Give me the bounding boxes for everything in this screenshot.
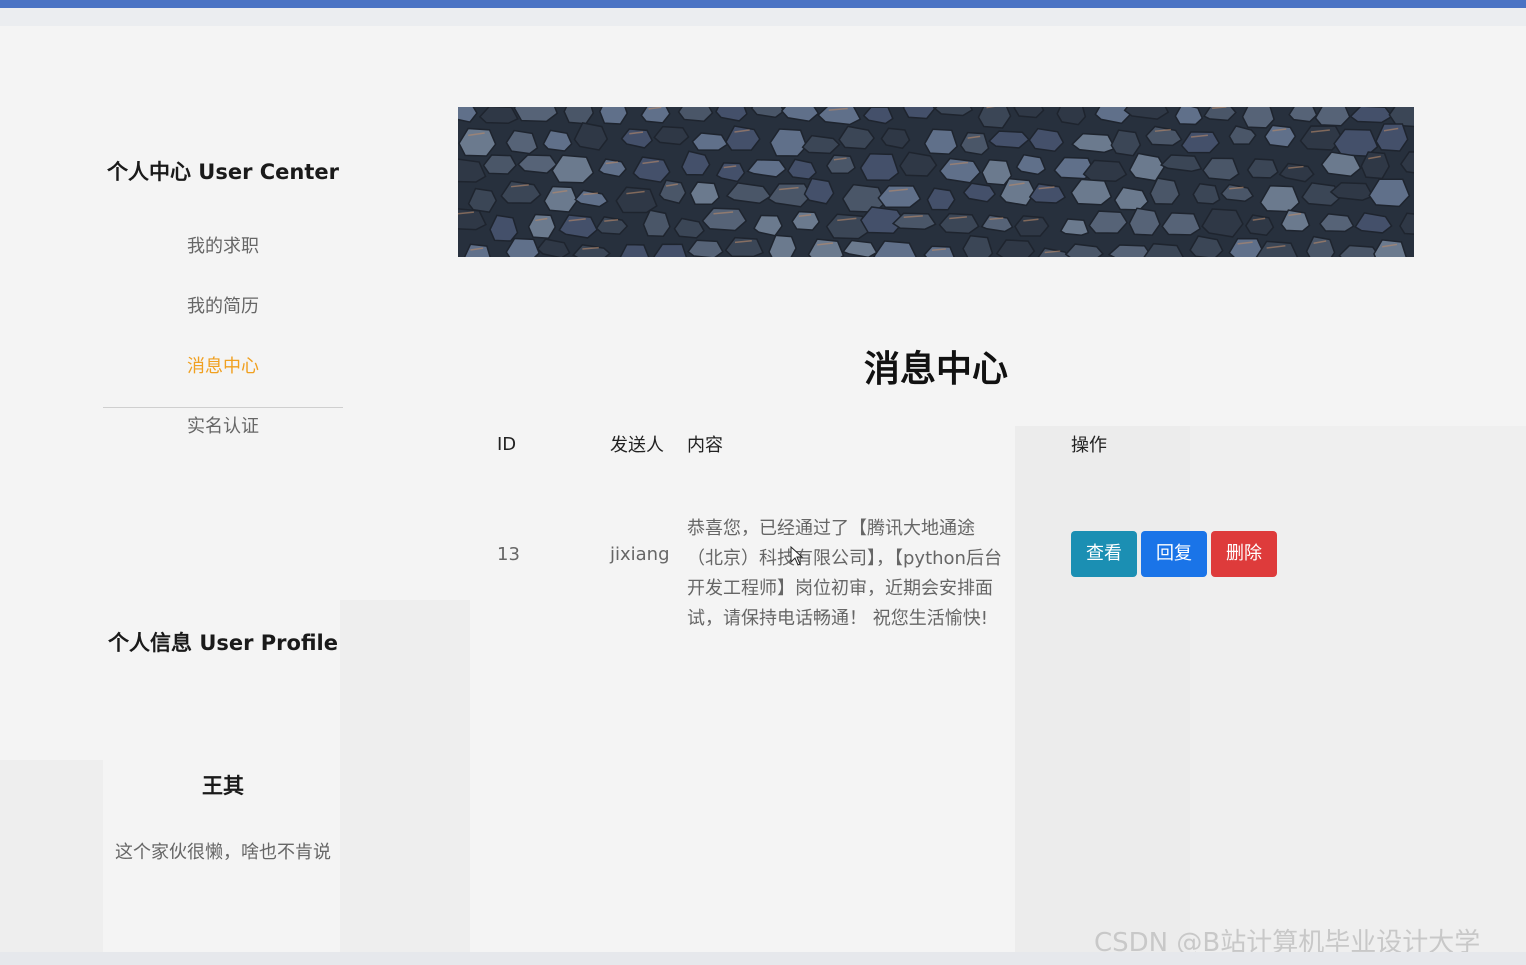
stone-shape	[517, 154, 558, 174]
column-header-actions: 操作	[1071, 435, 1107, 456]
stone-shape	[926, 187, 956, 211]
message-table: ID 发送人 内容 操作 13 jixiang 恭喜您，已经通过了【腾讯大地通途…	[485, 424, 1321, 644]
column-header-content: 内容	[687, 435, 723, 456]
stone-shape	[478, 107, 519, 125]
stone-shape	[791, 210, 821, 231]
stone-shape	[1263, 124, 1297, 148]
stone-shape	[1174, 107, 1204, 126]
column-header-sender: 发送人	[610, 435, 664, 456]
top-band	[0, 8, 1526, 26]
stone-shape	[1314, 107, 1351, 127]
stone-shape	[673, 217, 705, 239]
stone-shape	[505, 129, 539, 155]
banner-image	[458, 107, 1414, 257]
stone-shape	[1192, 182, 1221, 205]
table-header-row: ID 发送人 内容 操作	[485, 424, 1321, 464]
user-center-menu: 我的求职 我的简历 消息中心 实名认证	[103, 228, 343, 468]
stone-shape	[1288, 107, 1318, 123]
user-profile-title: 个人信息 User Profile	[108, 631, 338, 655]
stone-shape	[1056, 107, 1087, 126]
stone-shape	[1244, 214, 1275, 237]
stone-shape	[1360, 151, 1390, 180]
top-accent-bar	[0, 0, 1526, 8]
column-header-id: ID	[497, 433, 517, 455]
bottom-band	[0, 952, 1526, 965]
view-button[interactable]: 查看	[1071, 531, 1137, 577]
message-content: 恭喜您，已经通过了【腾讯大地通途（北京）科技有限公司】，【python后台开发工…	[687, 518, 1002, 629]
user-center-title: 个人中心 User Center	[106, 160, 339, 184]
menu-item-my-applications[interactable]: 我的求职	[103, 228, 343, 288]
stone-shape	[1349, 107, 1394, 124]
profile-signature: 这个家伙很懒，啥也不肯说	[115, 842, 331, 863]
stone-shape	[1014, 215, 1050, 237]
stone-shape	[880, 127, 911, 150]
stone-texture-image	[458, 107, 1414, 257]
menu-item-my-resume[interactable]: 我的简历	[103, 288, 343, 348]
stone-shape	[1028, 127, 1065, 153]
background-shape	[340, 600, 470, 952]
reply-button[interactable]: 回复	[1141, 531, 1207, 577]
background-shape	[0, 760, 103, 952]
table-row: 13 jixiang 恭喜您，已经通过了【腾讯大地通途（北京）科技有限公司】，【…	[485, 464, 1321, 644]
page-title: 消息中心	[863, 349, 1008, 390]
delete-button[interactable]: 删除	[1211, 531, 1277, 577]
message-sender: jixiang	[610, 543, 670, 565]
message-actions: 查看 回复 删除	[1059, 464, 1321, 644]
profile-name: 王其	[202, 774, 244, 798]
message-id: 13	[497, 543, 520, 565]
stone-shape	[691, 132, 729, 151]
stone-shape	[527, 213, 557, 239]
menu-item-message-center[interactable]: 消息中心	[103, 348, 343, 408]
stone-shape	[962, 182, 997, 203]
stone-shape	[1241, 107, 1275, 129]
menu-item-real-name-auth[interactable]: 实名认证	[103, 408, 343, 468]
stone-shape	[689, 181, 720, 206]
mouse-cursor-icon	[790, 546, 804, 566]
